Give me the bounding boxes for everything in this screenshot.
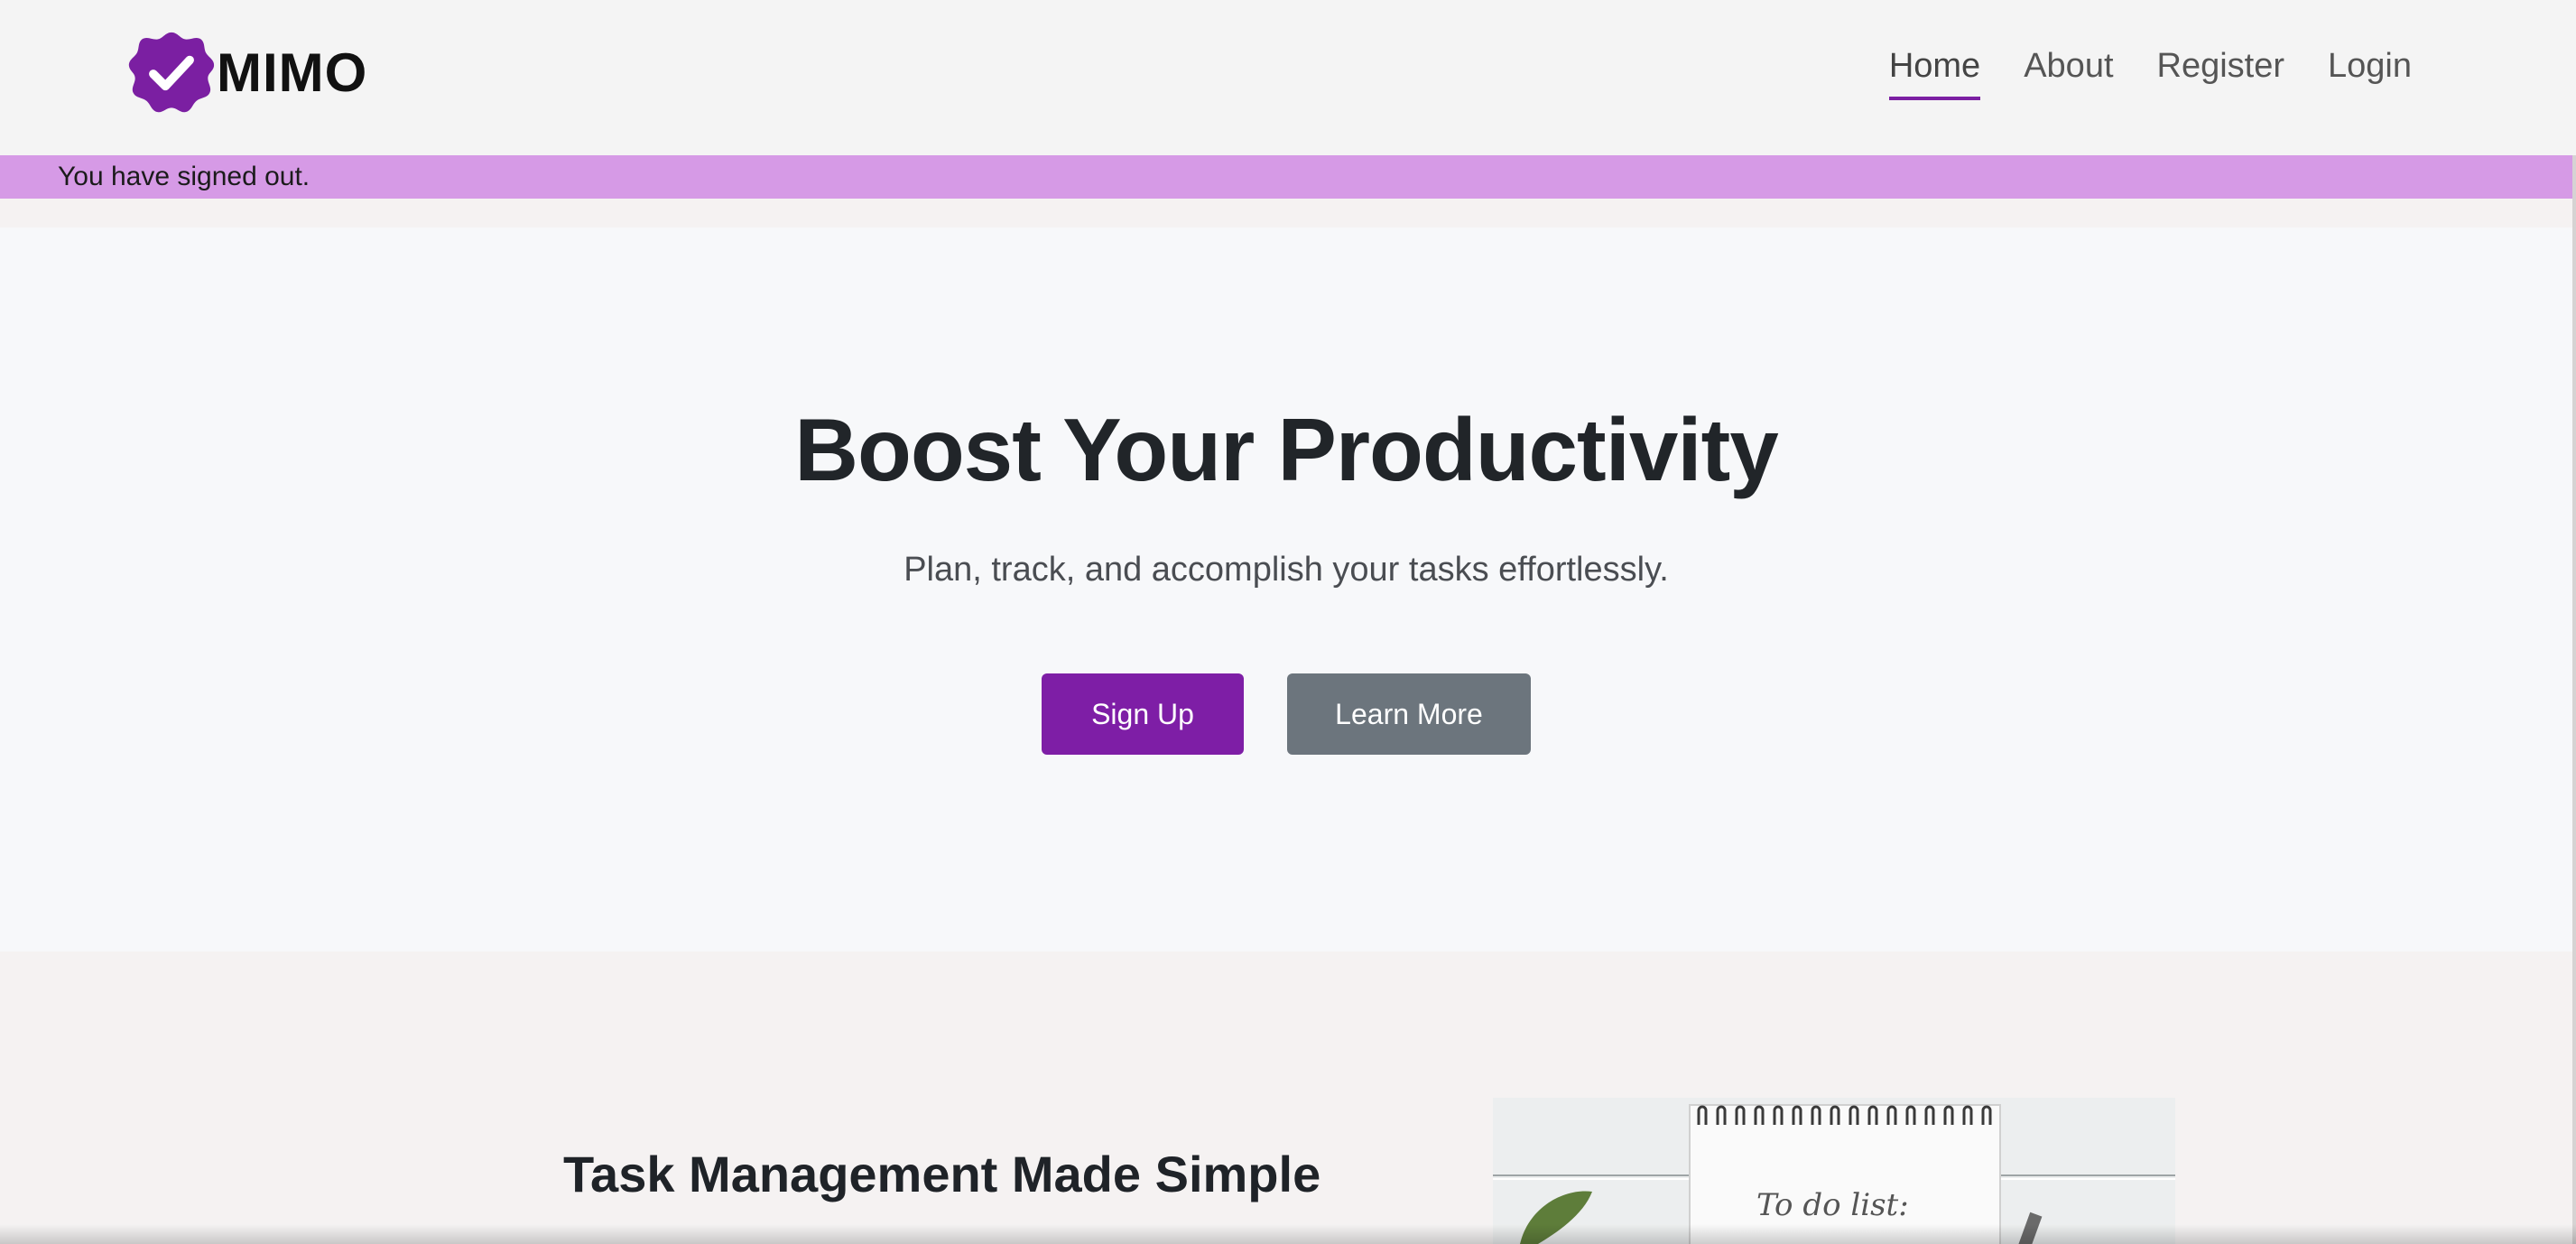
hero-section: Boost Your Productivity Plan, track, and… bbox=[0, 227, 2572, 952]
page: MIMO Home About Register Login You have … bbox=[0, 0, 2576, 1244]
feature-section: Task Management Made Simple To do list: bbox=[0, 952, 2576, 1244]
navbar: MIMO Home About Register Login bbox=[0, 0, 2576, 155]
brand-name: MIMO bbox=[217, 42, 368, 103]
sign-up-button[interactable]: Sign Up bbox=[1042, 673, 1244, 755]
hero-subtitle: Plan, track, and accomplish your tasks e… bbox=[903, 551, 1669, 589]
check-badge-icon bbox=[128, 32, 215, 113]
notebook-illustration: To do list: bbox=[1493, 1098, 2175, 1244]
nav-about[interactable]: About bbox=[2024, 42, 2113, 100]
main-nav: Home About Register Login bbox=[1846, 42, 2412, 100]
window-edge bbox=[2572, 155, 2576, 1244]
signout-alert: You have signed out. bbox=[0, 155, 2572, 199]
learn-more-button[interactable]: Learn More bbox=[1287, 673, 1531, 755]
hero-title: Boost Your Productivity bbox=[794, 400, 1779, 499]
todo-notebook-image: To do list: bbox=[1493, 1098, 2175, 1244]
alert-message: You have signed out. bbox=[58, 162, 310, 191]
nav-home[interactable]: Home bbox=[1888, 42, 1981, 100]
nav-login[interactable]: Login bbox=[2328, 42, 2412, 100]
feature-title: Task Management Made Simple bbox=[563, 1146, 1321, 1202]
nav-register[interactable]: Register bbox=[2157, 42, 2285, 100]
hero-buttons: Sign Up Learn More bbox=[0, 673, 2572, 755]
notebook-heading: To do list: bbox=[1756, 1187, 1909, 1223]
brand-link[interactable]: MIMO bbox=[128, 27, 367, 117]
